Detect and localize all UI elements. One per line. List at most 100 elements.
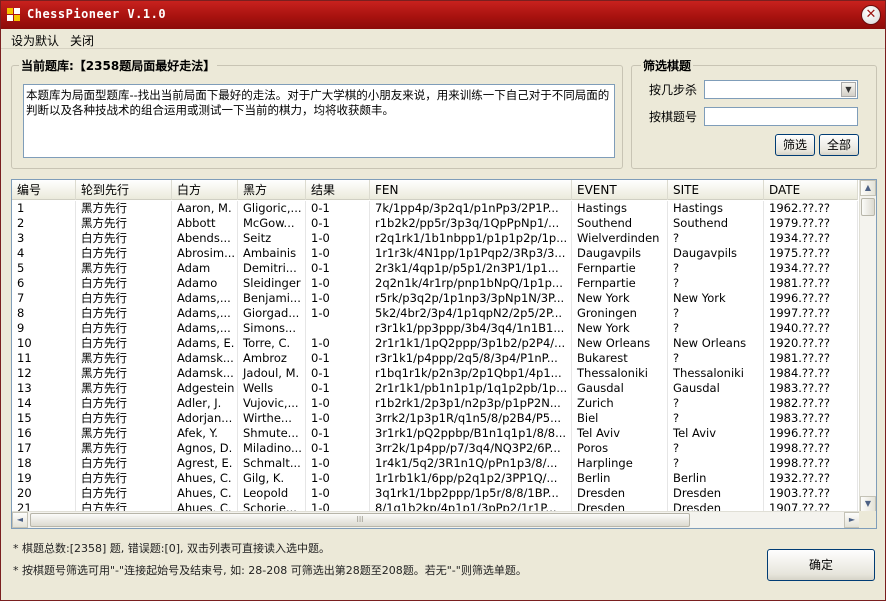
table-cell — [306, 321, 370, 336]
table-cell: 2r3k1/4qp1p/p5p1/2n3P1/1p1... — [370, 261, 572, 276]
bank-description-text[interactable]: 本题库为局面型题库--找出当前局面下最好的走法。对于广大学棋的小朋友来说，用来训… — [23, 84, 615, 158]
column-header[interactable]: 白方 — [172, 180, 238, 200]
table-cell: 1998.??.?? — [764, 441, 858, 456]
table-row[interactable]: 3 白方先行 Abends... Seitz 1-0 r2q1rk1/1b1nbpp1/p… — [12, 231, 858, 246]
table-cell: 3rrk2/1p3p1R/q1n5/8/p2B4/P5... — [370, 411, 572, 426]
close-window-button[interactable]: ✕ — [861, 5, 881, 25]
table-row[interactable]: 12 黑方先行 Adamsk... Jadoul, M. 0-1 r1bq1r1k/p2n… — [12, 366, 858, 381]
filter-button[interactable]: 筛选 — [775, 134, 815, 156]
table-cell: 1975.??.?? — [764, 246, 858, 261]
scroll-up-icon[interactable]: ▲ — [860, 180, 876, 196]
table-row[interactable]: 13 黑方先行 Adgestein Wells 0-1 2r1r1k1/pb1n1p1p/… — [12, 381, 858, 396]
chevron-down-icon[interactable]: ▼ — [841, 82, 856, 97]
table-cell: 黑方先行 — [76, 426, 172, 441]
table-cell: 1 — [12, 201, 76, 216]
table-cell: 3q1rk1/1bp2ppp/1p5r/8/8/1BP... — [370, 486, 572, 501]
table-cell: Wirthe... — [238, 411, 306, 426]
table-cell: 0-1 — [306, 351, 370, 366]
table-cell: Torre, C. — [238, 336, 306, 351]
column-header[interactable]: FEN — [370, 180, 572, 200]
table-row[interactable]: 6 白方先行 Adamo Sleidinger 1-0 2q2n1k/4r1rp/pnp1… — [12, 276, 858, 291]
horizontal-scroll-thumb[interactable]: III — [30, 513, 690, 527]
scroll-down-icon[interactable]: ▼ — [860, 496, 876, 512]
current-bank-label: 当前题库:【2358题局面最好走法】 — [19, 57, 218, 74]
table-cell: Berlin — [572, 471, 668, 486]
vertical-scroll-thumb[interactable] — [861, 198, 875, 216]
table-row[interactable]: 18 白方先行 Agrest, E. Schmalt... 1-0 1r4k1/5q2/3… — [12, 456, 858, 471]
table-cell: Abends... — [172, 231, 238, 246]
table-row[interactable]: 4 白方先行 Abrosim... Ambainis 1-0 1r1r3k/4N1pp/1… — [12, 246, 858, 261]
table-cell: Tel Aviv — [668, 426, 764, 441]
table-row[interactable]: 14 白方先行 Adler, J. Vujovic,... 1-0 r1b2rk1/2p3… — [12, 396, 858, 411]
vertical-scrollbar[interactable]: ▲ ▼ — [859, 180, 876, 512]
table-cell: 9 — [12, 321, 76, 336]
column-header[interactable]: 轮到先行 — [76, 180, 172, 200]
column-header[interactable]: SITE — [668, 180, 764, 200]
table-row[interactable]: 19 白方先行 Ahues, C. Gilg, K. 1-0 1r1rb1k1/6pp/p… — [12, 471, 858, 486]
table-cell: 白方先行 — [76, 486, 172, 501]
show-all-button[interactable]: 全部 — [819, 134, 859, 156]
column-header[interactable]: DATE — [764, 180, 858, 200]
table-cell: 0-1 — [306, 366, 370, 381]
table-cell: Adams, E. — [172, 336, 238, 351]
steps-label: 按几步杀 — [649, 83, 698, 97]
table-cell: 白方先行 — [76, 231, 172, 246]
table-row[interactable]: 11 黑方先行 Adamsk... Ambroz 0-1 r3r1k1/p4ppp/2q5… — [12, 351, 858, 366]
table-row[interactable]: 20 白方先行 Ahues, C. Leopold 1-0 3q1rk1/1bp2ppp/… — [12, 486, 858, 501]
horizontal-scrollbar[interactable]: ◄ III ► — [12, 511, 860, 528]
table-cell: Aaron, M. — [172, 201, 238, 216]
table-row[interactable]: 10 白方先行 Adams, E. Torre, C. 1-0 2r1r1k1/1pQ2p… — [12, 336, 858, 351]
table-cell: Abrosim... — [172, 246, 238, 261]
column-header[interactable]: EVENT — [572, 180, 668, 200]
confirm-button[interactable]: 确定 — [767, 549, 875, 581]
table-cell: 1998.??.?? — [764, 456, 858, 471]
table-cell: 11 — [12, 351, 76, 366]
table-cell: 1-0 — [306, 456, 370, 471]
table-cell: 白方先行 — [76, 456, 172, 471]
table-cell: Gausdal — [668, 381, 764, 396]
table-row[interactable]: 1 黑方先行 Aaron, M. Gligoric,... 0-1 7k/1pp4p/3p… — [12, 201, 858, 216]
table-row[interactable]: 2 黑方先行 Abbott McGow... 0-1 r1b2k2/pp5r/3p3q/1… — [12, 216, 858, 231]
scrollbar-corner — [859, 511, 876, 528]
menu-item-close[interactable]: 关闭 — [70, 32, 94, 49]
table-row[interactable]: 17 黑方先行 Agnos, D. Miladino... 0-1 3rr2k/1p4pp… — [12, 441, 858, 456]
scroll-left-icon[interactable]: ◄ — [12, 512, 28, 528]
scroll-right-icon[interactable]: ► — [844, 512, 860, 528]
column-header[interactable]: 结果 — [306, 180, 370, 200]
table-cell: 0-1 — [306, 426, 370, 441]
table-cell: 1962.??.?? — [764, 201, 858, 216]
table-cell: 13 — [12, 381, 76, 396]
table-row[interactable]: 9 白方先行 Adams,... Simons... r3r1k1/pp3ppp/3b4… — [12, 321, 858, 336]
menu-item-set-default[interactable]: 设为默认 — [11, 32, 59, 49]
title-bar[interactable]: ChessPioneer V.1.0 ✕ — [1, 1, 885, 29]
table-row[interactable]: 16 黑方先行 Afek, Y. Shmute... 0-1 3r1rk1/pQ2ppbp… — [12, 426, 858, 441]
table-cell: r3r1k1/pp3ppp/3b4/3q4/1n1B1... — [370, 321, 572, 336]
table-cell: 7 — [12, 291, 76, 306]
steps-combo[interactable]: ▼ — [704, 80, 858, 99]
table-cell: New Orleans — [572, 336, 668, 351]
table-cell: 1932.??.?? — [764, 471, 858, 486]
table-cell: 1983.??.?? — [764, 411, 858, 426]
table-cell: Ambainis — [238, 246, 306, 261]
column-header[interactable]: 黑方 — [238, 180, 306, 200]
table-cell: 1r4k1/5q2/3R1n1Q/pPn1p3/8/... — [370, 456, 572, 471]
table-cell: ? — [668, 231, 764, 246]
app-icon — [7, 8, 20, 21]
table-cell: Ahues, C. — [172, 486, 238, 501]
number-input[interactable] — [704, 107, 858, 126]
table-cell: Gausdal — [572, 381, 668, 396]
table-row[interactable]: 7 白方先行 Adams,... Benjami... 1-0 r5rk/p3q2p/1p… — [12, 291, 858, 306]
table-cell: Adam — [172, 261, 238, 276]
table-cell: 1-0 — [306, 411, 370, 426]
table-row[interactable]: 8 白方先行 Adams,... Giorgad... 1-0 5k2/4br2/3p4/… — [12, 306, 858, 321]
filter-panel-title: 筛选棋题 — [641, 57, 694, 74]
table-cell: Vujovic,... — [238, 396, 306, 411]
table-row[interactable]: 5 黑方先行 Adam Demitri... 0-1 2r3k1/4qp1p/p5p1/2… — [12, 261, 858, 276]
table-cell: Adams,... — [172, 291, 238, 306]
table-cell: 1r1rb1k1/6pp/p2q1p2/3PP1Q/... — [370, 471, 572, 486]
table-row[interactable]: 15 白方先行 Adorjan... Wirthe... 1-0 3rrk2/1p3p1R… — [12, 411, 858, 426]
table-cell: 10 — [12, 336, 76, 351]
status-line-hint: * 按棋题号筛选可用"-"连接起始号及结束号, 如: 28-208 可筛选出第2… — [13, 564, 527, 577]
column-header[interactable]: 编号 — [12, 180, 76, 200]
puzzle-table[interactable]: 编号 轮到先行 白方 黑方 结果 FEN EVENT SITE DATE 1 黑方先行 Aaron,… — [11, 179, 877, 529]
